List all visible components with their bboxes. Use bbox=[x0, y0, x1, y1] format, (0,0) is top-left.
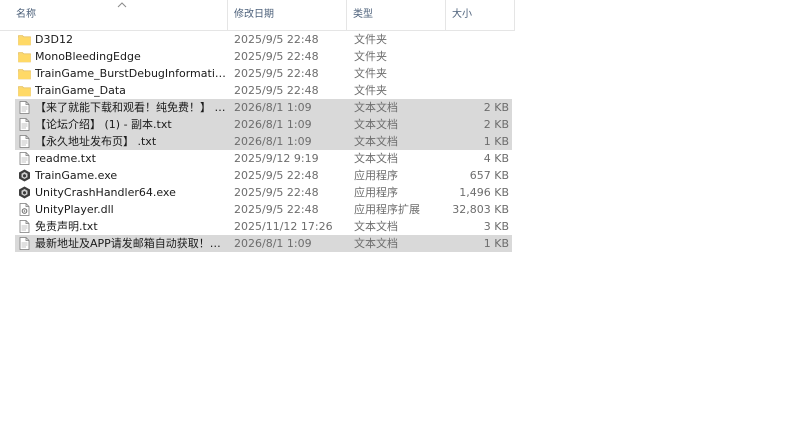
file-row[interactable]: UnityCrashHandler64.exe 2025/9/5 22:48 应用程… bbox=[15, 184, 512, 201]
file-explorer: 名称 修改日期 类型 大小 D3D12 2025/9/5 22:48 文件夹 Mono… bbox=[0, 0, 800, 430]
file-size: 2 KB bbox=[483, 101, 509, 114]
folder-icon bbox=[18, 33, 31, 46]
file-date: 2025/9/5 22:48 bbox=[234, 50, 319, 63]
file-type: 文本文档 bbox=[354, 220, 398, 233]
file-row[interactable]: 免责声明.txt 2025/11/12 17:26 文本文档 3 KB bbox=[15, 218, 512, 235]
file-size: 1,496 KB bbox=[459, 186, 509, 199]
file-row[interactable]: 最新地址及APP请发邮箱自动获取！！！.txt 2026/8/1 1:09 文本文档… bbox=[15, 235, 512, 252]
file-row[interactable]: TrainGame_BurstDebugInformation_DoNotShi… bbox=[15, 65, 512, 82]
file-date: 2025/9/5 22:48 bbox=[234, 203, 319, 216]
file-name: readme.txt bbox=[35, 152, 96, 165]
dll-file-icon bbox=[18, 203, 31, 216]
file-list: D3D12 2025/9/5 22:48 文件夹 MonoBleedingEdge 20… bbox=[15, 30, 512, 252]
file-row[interactable]: 【来了就能下载和观看！纯免费！】 - 副本.txt 2026/8/1 1:09 文本… bbox=[15, 99, 512, 116]
file-row[interactable]: TrainGame.exe 2025/9/5 22:48 应用程序 657 KB bbox=[15, 167, 512, 184]
file-row[interactable]: TrainGame_Data 2025/9/5 22:48 文件夹 bbox=[15, 82, 512, 99]
file-date: 2025/9/5 22:48 bbox=[234, 84, 319, 97]
folder-icon bbox=[18, 67, 31, 80]
file-type: 文件夹 bbox=[354, 84, 387, 97]
file-date: 2026/8/1 1:09 bbox=[234, 237, 312, 250]
file-date: 2025/9/5 22:48 bbox=[234, 33, 319, 46]
file-date: 2025/9/5 22:48 bbox=[234, 169, 319, 182]
text-file-icon bbox=[18, 101, 31, 114]
text-file-icon bbox=[18, 135, 31, 148]
folder-icon bbox=[18, 50, 31, 63]
unity-app-icon bbox=[18, 186, 31, 199]
file-name: TrainGame_BurstDebugInformation_DoNotShi… bbox=[35, 67, 227, 80]
file-date: 2025/9/12 9:19 bbox=[234, 152, 319, 165]
file-size: 657 KB bbox=[469, 169, 509, 182]
file-size: 4 KB bbox=[483, 152, 509, 165]
file-name: 【来了就能下载和观看！纯免费！】 - 副本.txt bbox=[35, 101, 227, 114]
file-type: 文件夹 bbox=[354, 33, 387, 46]
file-name: TrainGame.exe bbox=[35, 169, 118, 182]
file-type: 文本文档 bbox=[354, 135, 398, 148]
file-size: 3 KB bbox=[483, 220, 509, 233]
file-size: 2 KB bbox=[483, 118, 509, 131]
file-row[interactable]: MonoBleedingEdge 2025/9/5 22:48 文件夹 bbox=[15, 48, 512, 65]
file-date: 2026/8/1 1:09 bbox=[234, 135, 312, 148]
text-file-icon bbox=[18, 237, 31, 250]
file-name: UnityPlayer.dll bbox=[35, 203, 114, 216]
file-type: 文本文档 bbox=[354, 101, 398, 114]
file-name: UnityCrashHandler64.exe bbox=[35, 186, 176, 199]
file-row[interactable]: 【论坛介绍】 (1) - 副本.txt 2026/8/1 1:09 文本文档 2 KB bbox=[15, 116, 512, 133]
folder-icon bbox=[18, 84, 31, 97]
file-row[interactable]: 【永久地址发布页】 .txt 2026/8/1 1:09 文本文档 1 KB bbox=[15, 133, 512, 150]
column-header: 名称 修改日期 类型 大小 bbox=[0, 0, 515, 31]
file-date: 2025/11/12 17:26 bbox=[234, 220, 333, 233]
file-row[interactable]: D3D12 2025/9/5 22:48 文件夹 bbox=[15, 31, 512, 48]
file-type: 文件夹 bbox=[354, 50, 387, 63]
file-name: D3D12 bbox=[35, 33, 73, 46]
file-name: 免责声明.txt bbox=[35, 220, 98, 233]
file-type: 文本文档 bbox=[354, 118, 398, 131]
text-file-icon bbox=[18, 220, 31, 233]
column-type[interactable]: 类型 bbox=[347, 0, 446, 30]
file-type: 文本文档 bbox=[354, 152, 398, 165]
file-name: TrainGame_Data bbox=[35, 84, 126, 97]
column-date[interactable]: 修改日期 bbox=[228, 0, 347, 30]
file-date: 2025/9/5 22:48 bbox=[234, 67, 319, 80]
file-type: 应用程序 bbox=[354, 169, 398, 182]
file-size: 1 KB bbox=[483, 237, 509, 250]
text-file-icon bbox=[18, 118, 31, 131]
column-name[interactable]: 名称 bbox=[0, 0, 228, 30]
text-file-icon bbox=[18, 152, 31, 165]
file-type: 应用程序 bbox=[354, 186, 398, 199]
file-name: 【论坛介绍】 (1) - 副本.txt bbox=[35, 118, 172, 131]
file-type: 文件夹 bbox=[354, 67, 387, 80]
file-date: 2026/8/1 1:09 bbox=[234, 101, 312, 114]
file-size: 1 KB bbox=[483, 135, 509, 148]
file-name: 【永久地址发布页】 .txt bbox=[35, 135, 157, 148]
file-date: 2026/8/1 1:09 bbox=[234, 118, 312, 131]
file-row[interactable]: readme.txt 2025/9/12 9:19 文本文档 4 KB bbox=[15, 150, 512, 167]
file-name: MonoBleedingEdge bbox=[35, 50, 141, 63]
file-name: 最新地址及APP请发邮箱自动获取！！！.txt bbox=[35, 237, 227, 250]
unity-app-icon bbox=[18, 169, 31, 182]
column-size[interactable]: 大小 bbox=[446, 0, 515, 30]
file-type: 文本文档 bbox=[354, 237, 398, 250]
file-size: 32,803 KB bbox=[452, 203, 509, 216]
file-row[interactable]: UnityPlayer.dll 2025/9/5 22:48 应用程序扩展 32,80… bbox=[15, 201, 512, 218]
file-date: 2025/9/5 22:48 bbox=[234, 186, 319, 199]
file-type: 应用程序扩展 bbox=[354, 203, 420, 216]
